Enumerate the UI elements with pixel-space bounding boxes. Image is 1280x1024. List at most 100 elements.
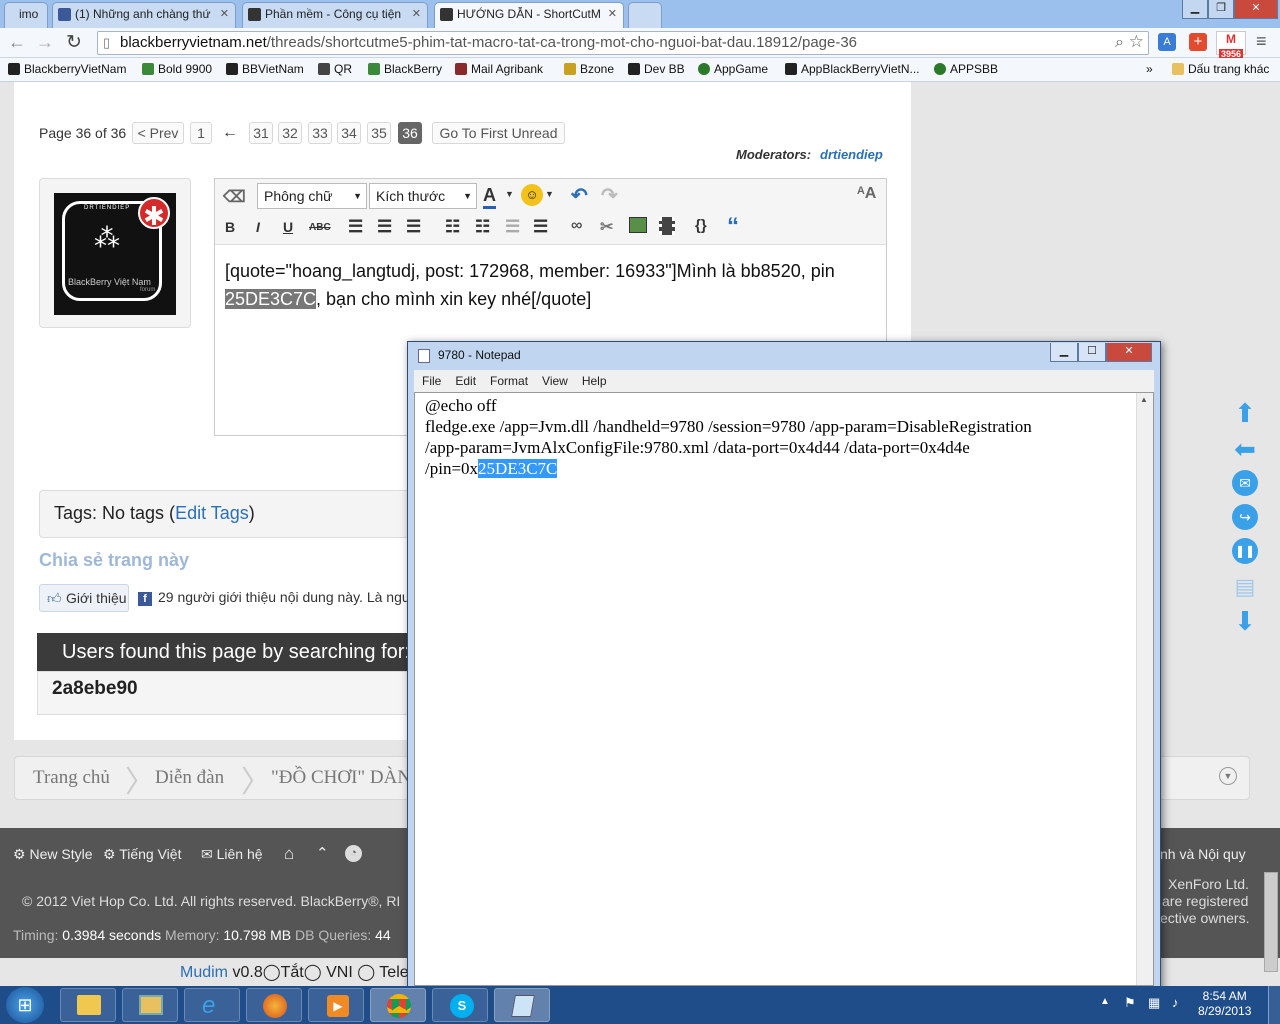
maximize-button[interactable]: ☐ — [1078, 343, 1106, 362]
volume-icon[interactable]: ♪ — [1172, 995, 1179, 1010]
taskbar-clock[interactable]: 8:54 AM 8/29/2013 — [1198, 989, 1251, 1019]
back-icon[interactable]: ← — [8, 32, 26, 53]
menu-edit[interactable]: Edit — [455, 374, 476, 388]
new-tab-button[interactable] — [628, 2, 662, 28]
forward-icon[interactable]: → — [36, 32, 54, 53]
menu-format[interactable]: Format — [490, 374, 528, 388]
menu-help[interactable]: Help — [582, 374, 607, 388]
close-icon[interactable]: ✕ — [608, 3, 617, 25]
show-desktop-button[interactable] — [1268, 986, 1280, 1024]
bullet-list-icon[interactable]: ☷ — [445, 217, 460, 237]
message-icon[interactable]: ✉ — [1232, 470, 1258, 496]
menu-file[interactable]: File — [422, 374, 441, 388]
reply-icon[interactable]: ↪ — [1232, 504, 1258, 530]
page-link-1[interactable]: 1 — [190, 122, 212, 144]
rss-icon[interactable]: ◔ — [345, 845, 362, 862]
outdent-icon[interactable]: ☰ — [505, 217, 520, 237]
new-style-link[interactable]: ⚙ New Style — [13, 846, 92, 863]
taskbar-firefox[interactable] — [246, 988, 302, 1022]
translate-icon[interactable]: A — [1158, 33, 1176, 51]
taskbar-notepad[interactable] — [494, 988, 550, 1022]
scroll-up-icon[interactable]: ⬆ — [1232, 400, 1258, 426]
close-icon[interactable]: ✕ — [220, 3, 229, 25]
bookmark-item[interactable]: Bzone — [564, 62, 614, 76]
search-term[interactable]: 2a8ebe90 — [37, 671, 417, 715]
contact-link[interactable]: ✉ Liên hệ — [201, 846, 263, 863]
minimize-button[interactable]: ▁ — [1182, 0, 1208, 19]
bookmark-item[interactable]: BBVietNam — [226, 62, 304, 76]
tab-phan-mem[interactable]: Phần mềm - Công cụ tiện ✕ — [242, 2, 428, 28]
page-link-31[interactable]: 31 — [249, 122, 273, 144]
undo-icon[interactable]: ↶ — [571, 183, 588, 208]
breadcrumb-category[interactable]: "ĐỒ CHƠI" DÀNH — [271, 767, 425, 789]
page-link-32[interactable]: 32 — [278, 122, 302, 144]
pause-icon[interactable]: ❚❚ — [1232, 538, 1258, 564]
redo-icon[interactable]: ↷ — [601, 183, 618, 208]
close-button[interactable]: ✕ — [1234, 0, 1278, 19]
radio-vni[interactable]: ◯ — [304, 964, 322, 981]
code-button[interactable]: {} — [695, 217, 707, 234]
scrollbar-thumb[interactable] — [1264, 872, 1278, 972]
scroll-top-icon[interactable]: ⌃ — [316, 844, 329, 862]
reload-icon[interactable]: ↻ — [66, 31, 82, 54]
edit-tags-link[interactable]: Edit Tags — [175, 503, 249, 523]
numbered-list-icon[interactable]: ☷ — [475, 217, 490, 237]
image-icon[interactable] — [629, 217, 647, 233]
gmail-icon[interactable]: M 3956 — [1216, 31, 1246, 59]
unlink-icon[interactable]: ✂ — [600, 217, 613, 237]
indent-icon[interactable]: ☰ — [533, 217, 548, 237]
tray-expand-icon[interactable]: ▲ — [1100, 996, 1110, 1007]
bookmark-item[interactable]: QR — [318, 62, 352, 76]
flag-icon[interactable]: ⚑ — [1124, 995, 1136, 1011]
taskbar-library[interactable] — [122, 988, 178, 1022]
media-icon[interactable] — [659, 217, 675, 235]
start-button[interactable]: ⊞ — [6, 987, 44, 1023]
taskbar-chrome[interactable] — [370, 988, 426, 1022]
search-icon[interactable]: ⌕ — [1115, 32, 1124, 54]
bookmark-item[interactable]: Dev BB — [628, 62, 685, 76]
moderator-link[interactable]: drtiendiep — [820, 147, 883, 162]
font-select[interactable]: Phông chữ ▼ — [257, 183, 367, 209]
menu-icon[interactable]: ≡ — [1256, 31, 1267, 52]
avatar[interactable]: DRTIENDIEP ⁂ BlackBerry Việt Nam forum ✱ — [54, 193, 176, 315]
remove-format-icon[interactable]: ⌫ — [223, 187, 246, 207]
tab-imo[interactable]: imo — [4, 2, 48, 28]
tab-active-huong-dan[interactable]: HƯỚNG DẪN - ShortCutM ✕ — [434, 2, 624, 28]
back-arrow-icon[interactable]: ⬅ — [1232, 436, 1258, 462]
link-icon[interactable]: ∞ — [571, 217, 582, 235]
page-link-35[interactable]: 35 — [367, 122, 391, 144]
home-icon[interactable]: ⌂ — [284, 844, 294, 864]
chevron-up-icon[interactable]: ▲ — [1140, 395, 1148, 404]
align-right-icon[interactable]: ☰ — [406, 217, 421, 237]
align-center-icon[interactable]: ☰ — [377, 217, 392, 237]
notepad-scrollbar[interactable]: ▲ — [1136, 393, 1153, 985]
chevron-down-icon[interactable]: ▼ — [545, 189, 554, 199]
radio-telex[interactable]: ◯ — [357, 964, 375, 981]
star-icon[interactable]: ☆ — [1129, 31, 1144, 53]
taskbar-ie[interactable]: e — [184, 988, 240, 1022]
restore-button[interactable]: ❐ — [1208, 0, 1234, 19]
bookmark-item[interactable]: AppGame — [698, 62, 768, 76]
minimize-button[interactable]: ▁ — [1050, 343, 1078, 362]
plus-icon[interactable]: + — [1189, 33, 1207, 51]
bookmark-item[interactable]: Mail Agribank — [455, 62, 543, 76]
scroll-down-icon[interactable]: ⬇ — [1232, 608, 1258, 634]
language-link[interactable]: ⚙ Tiếng Việt — [103, 846, 181, 863]
breadcrumb-home[interactable]: Trang chủ — [33, 767, 110, 789]
address-bar[interactable]: ▯ blackberryvietnam.net/threads/shortcut… — [97, 31, 1149, 55]
text-color-icon[interactable]: A — [483, 185, 496, 209]
bookmark-item[interactable]: Bold 9900 — [142, 62, 212, 76]
bookmark-item[interactable]: APPSBB — [934, 62, 998, 76]
taskbar-media[interactable]: ▶ — [308, 988, 364, 1022]
chevron-down-icon[interactable]: ▼ — [1219, 767, 1237, 785]
page-link-34[interactable]: 34 — [337, 122, 361, 144]
strike-button[interactable]: ABC — [309, 222, 331, 233]
chevron-down-icon[interactable]: ▼ — [505, 189, 514, 199]
close-button[interactable]: ✕ — [1106, 343, 1152, 362]
other-bookmarks[interactable]: Dấu trang khác — [1172, 62, 1269, 76]
editor-text[interactable]: [quote="hoang_langtudj, post: 172968, me… — [225, 257, 881, 313]
bookmark-item[interactable]: BlackberryVietNam — [8, 62, 126, 76]
mudim-link[interactable]: Mudim — [180, 964, 228, 981]
bold-button[interactable]: B — [225, 219, 235, 235]
like-button[interactable]: 👍︎ Giới thiệu — [39, 584, 129, 612]
